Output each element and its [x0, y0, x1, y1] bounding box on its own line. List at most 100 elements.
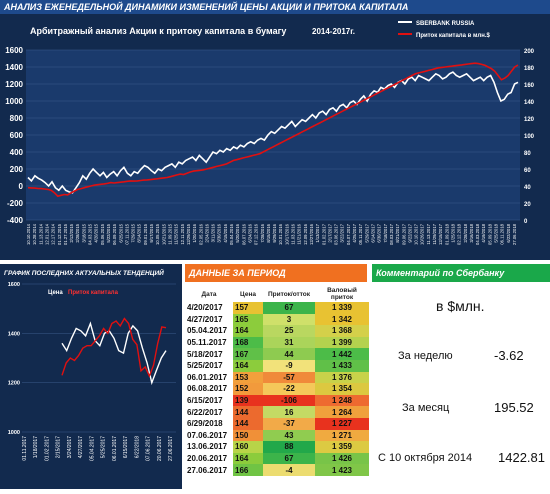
x-tick: 8/21/2017: [395, 223, 400, 242]
y-left-tick: 0: [19, 182, 24, 191]
page-header: АНАЛИЗ ЕЖЕНЕДЕЛЬНОЙ ДИНАМИКИ ИЗМЕНЕНИЙ Ц…: [0, 0, 550, 14]
cell-flow: 67: [263, 452, 315, 465]
table-row: 13.06.2017 160 88 1 359: [185, 441, 369, 453]
x-tick: 2/24/2016: [204, 223, 209, 242]
x-tick: 7/29/2015: [131, 223, 136, 242]
x-tick: 06.01.2017: [112, 436, 118, 461]
y-right-tick: 0: [524, 219, 528, 225]
x-tick: 6/22/2018: [506, 223, 511, 242]
cell-flow: -22: [263, 383, 315, 395]
cell-price: 164: [233, 325, 263, 337]
x-tick: 8/14/2015: [137, 223, 142, 242]
x-tick: 4/27/2017: [78, 436, 84, 458]
cell-price: 150: [233, 429, 263, 442]
trend-chart-panel: ГРАФИК ПОСЛЕДНИХ АКТУАЛЬНЫХ ТЕНДЕНЦИЙ Це…: [0, 264, 182, 489]
cell-date: 06.08.2017: [187, 384, 228, 394]
x-tick: 20.06.2017: [157, 436, 163, 461]
x-tick: 2/17/2017: [327, 223, 332, 242]
y-left-tick: -400: [7, 216, 24, 225]
x-tick: 05.06.2015: [100, 223, 105, 245]
cell-date: 4/27/2017: [187, 314, 223, 324]
x-tick: 12/27/2016: [309, 223, 314, 245]
table-row: 27.06.2017 166 -4 1 423: [185, 464, 369, 476]
x-tick: 12.01.2014: [44, 223, 49, 245]
x-tick: 27.06.2017: [168, 436, 174, 461]
y-tick: 1000: [8, 430, 20, 436]
cell-date: 27.06.2017: [187, 465, 228, 475]
data-panel: ДАННЫЕ ЗА ПЕРИОД Дата Цена Приток/отток …: [185, 264, 369, 489]
cell-price: 160: [233, 441, 263, 453]
x-tick: 03.06.2017: [334, 223, 339, 245]
x-tick: 12/15/2017: [438, 223, 443, 245]
cell-flow: 43: [263, 429, 315, 442]
table-row: 06.08.2017 152 -22 1 354: [185, 383, 369, 395]
cell-price: 139: [233, 394, 263, 407]
trend-legend-price: Цена: [48, 290, 63, 296]
table-row: 6/15/2017 139 -106 1 248: [185, 394, 369, 407]
x-tick: 7/18/2017: [383, 223, 388, 242]
x-tick: 5/25/2018: [494, 223, 499, 242]
main-chart-panel: Арбитражный анализ Акции к притоку капит…: [0, 14, 550, 260]
x-tick: 3/24/2017: [67, 436, 73, 458]
y-left-tick: 600: [10, 131, 24, 140]
x-tick: 1/13/2017: [315, 223, 320, 242]
x-tick: 01.09.2018: [444, 223, 449, 245]
x-tick: 09.06.2017: [401, 223, 406, 245]
comment-panel-title: Комментарий по Сбербанку: [372, 264, 550, 282]
table-row: 05.04.2017 164 25 1 368: [185, 325, 369, 337]
cell-date: 13.06.2017: [187, 442, 228, 452]
x-tick: 12.17.2014: [51, 223, 56, 245]
x-tick: 06.07.2016: [241, 223, 246, 245]
unit-label: в $млн.: [436, 298, 485, 314]
legend-price-label: SBERBANK RUSSIA: [416, 21, 475, 27]
main-chart-period: 2014-2017г.: [312, 27, 355, 36]
cell-date: 06.01.2017: [187, 372, 228, 382]
y-left-tick: 1600: [5, 46, 23, 55]
trend-chart: ГРАФИК ПОСЛЕДНИХ АКТУАЛЬНЫХ ТЕНДЕНЦИЙ Це…: [4, 268, 176, 461]
main-chart-title: Арбитражный анализ Акции к притоку капит…: [30, 26, 286, 36]
cell-date: 5/25/2017: [187, 361, 223, 371]
y-tick: 1200: [8, 381, 20, 387]
x-tick: 10.10.2017: [414, 223, 419, 245]
data-table: Дата Цена Приток/отток Валовый приток 4/…: [185, 286, 369, 476]
y-left-tick: -200: [7, 199, 24, 208]
x-tick: 6/25/2015: [118, 223, 123, 242]
cell-gross: 1 376: [315, 371, 369, 384]
x-tick: 01.11.2017: [22, 436, 28, 461]
x-tick: 9/29/2016: [272, 223, 277, 242]
cell-price: 165: [233, 313, 263, 326]
cell-gross: 1 354: [315, 383, 369, 395]
x-tick: 11.03.2016: [291, 223, 296, 244]
cell-price: 152: [233, 383, 263, 395]
cell-date: 07.06.2017: [187, 430, 228, 440]
x-tick: 07.06.2017: [146, 436, 152, 461]
cell-gross: 1 433: [315, 359, 369, 372]
x-tick: 1/25/2018: [450, 223, 455, 242]
cell-price: 168: [233, 336, 263, 349]
cell-flow: 88: [263, 441, 315, 453]
since-value: 1422.81: [498, 450, 545, 465]
trend-chart-title: ГРАФИК ПОСЛЕДНИХ АКТУАЛЬНЫХ ТЕНДЕНЦИЙ: [4, 268, 164, 277]
x-tick: 11/29/2017: [432, 223, 437, 244]
cell-gross: 1 248: [315, 394, 369, 407]
x-tick: 07.12.2016: [254, 223, 259, 245]
x-tick: 10/21/2015: [161, 223, 166, 245]
table-row: 6/22/2017 144 16 1 264: [185, 406, 369, 418]
x-tick: 02.12.2018: [457, 223, 462, 245]
x-tick: 5/20/2016: [235, 223, 240, 242]
cell-flow: -4: [263, 464, 315, 476]
x-tick: 10.10.2014: [26, 223, 31, 245]
comment-panel: Комментарий по Сбербанку в $млн. За неде…: [372, 264, 550, 489]
x-tick: 2/12/2015: [69, 223, 74, 242]
x-tick: 2/28/2015: [75, 223, 80, 242]
cell-price: 157: [233, 302, 263, 314]
cell-date: 05.11.2017: [187, 338, 227, 348]
x-tick: 5/22/2015: [106, 223, 111, 242]
cell-date: 4/20/2017: [187, 303, 223, 313]
x-tick: 1/20/2016: [192, 223, 197, 242]
x-tick: 01.12.2015: [57, 223, 62, 245]
x-tick: 04.03.2018: [475, 223, 480, 245]
trend-flow-line: [61, 317, 167, 378]
x-tick: 07.11.2015: [124, 223, 129, 244]
x-tick: 06.11.2018: [500, 223, 505, 244]
